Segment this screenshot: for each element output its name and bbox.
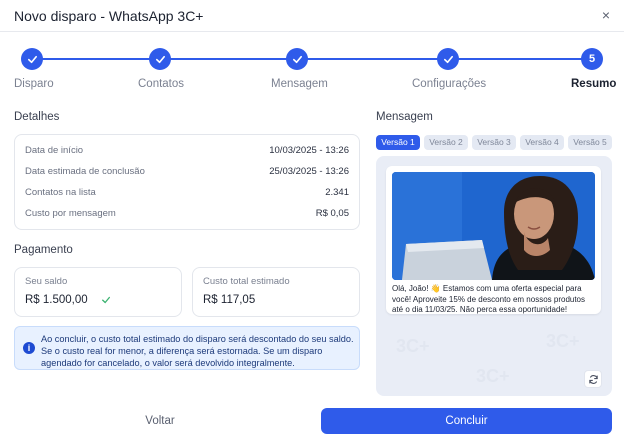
message-text: Olá, João! 👋 Estamos com uma oferta espe… xyxy=(392,284,586,314)
balance-value: R$ 1.500,00 xyxy=(25,294,88,306)
close-icon[interactable]: × xyxy=(598,7,614,23)
info-icon: i xyxy=(23,342,35,354)
dialog-header: Novo disparo - WhatsApp 3C+ × xyxy=(0,0,624,32)
step-label-contatos[interactable]: Contatos xyxy=(138,78,184,90)
balance-check-icon xyxy=(102,296,110,304)
details-value: R$ 0,05 xyxy=(315,208,349,219)
back-button[interactable]: Voltar xyxy=(14,408,306,434)
step-label-resumo[interactable]: Resumo xyxy=(571,78,616,90)
details-title: Detalhes xyxy=(14,111,60,123)
tab-version-1[interactable]: Versão 1 xyxy=(376,135,420,150)
details-card: Data de início 10/03/2025 - 13:26 Data e… xyxy=(14,134,360,230)
cost-label: Custo total estimado xyxy=(203,276,290,287)
tab-version-5[interactable]: Versão 5 xyxy=(568,135,612,150)
message-title: Mensagem xyxy=(376,111,433,123)
details-label: Data estimada de conclusão xyxy=(25,166,145,177)
stepper: 5 Disparo Contatos Mensagem Configuraçõe… xyxy=(0,40,624,98)
step-1-check-icon xyxy=(21,48,43,70)
info-box: i Ao concluir, o custo total estimado do… xyxy=(14,326,360,370)
balance-card: Seu saldo R$ 1.500,00 xyxy=(14,267,182,317)
tab-version-4[interactable]: Versão 4 xyxy=(520,135,564,150)
stepper-line xyxy=(32,58,592,60)
step-4-check-icon xyxy=(437,48,459,70)
message-image xyxy=(392,172,595,280)
balance-label: Seu saldo xyxy=(25,276,68,287)
step-5-number: 5 xyxy=(588,53,596,65)
details-row: Contatos na lista 2.341 xyxy=(25,187,349,203)
step-5-circle: 5 xyxy=(581,48,603,70)
step-label-disparo[interactable]: Disparo xyxy=(14,78,54,90)
payment-title: Pagamento xyxy=(14,244,73,256)
message-bubble: Olá, João! 👋 Estamos com uma oferta espe… xyxy=(386,166,601,314)
details-value: 10/03/2025 - 13:26 xyxy=(269,145,349,156)
cost-card: Custo total estimado R$ 117,05 xyxy=(192,267,360,317)
details-label: Custo por mensagem xyxy=(25,208,116,219)
step-3-check-icon xyxy=(286,48,308,70)
details-value: 25/03/2025 - 13:26 xyxy=(269,166,349,177)
refresh-icon[interactable] xyxy=(584,370,602,388)
step-label-mensagem[interactable]: Mensagem xyxy=(271,78,328,90)
cost-value: R$ 117,05 xyxy=(203,294,256,306)
message-preview: 3C+ 3C+ 3C+ Olá, João! 👋 Estamos com uma… xyxy=(376,156,612,396)
done-button[interactable]: Concluir xyxy=(321,408,612,434)
details-row: Data estimada de conclusão 25/03/2025 - … xyxy=(25,166,349,182)
details-label: Data de início xyxy=(25,145,84,156)
tab-version-3[interactable]: Versão 3 xyxy=(472,135,516,150)
info-text: Ao concluir, o custo total estimado do d… xyxy=(41,334,354,368)
step-label-configuracoes[interactable]: Configurações xyxy=(412,78,486,90)
details-row: Custo por mensagem R$ 0,05 xyxy=(25,208,349,224)
details-label: Contatos na lista xyxy=(25,187,96,198)
step-2-check-icon xyxy=(149,48,171,70)
details-value: 2.341 xyxy=(325,187,349,198)
dialog-title: Novo disparo - WhatsApp 3C+ xyxy=(14,8,204,24)
details-row: Data de início 10/03/2025 - 13:26 xyxy=(25,145,349,161)
tab-version-2[interactable]: Versão 2 xyxy=(424,135,468,150)
